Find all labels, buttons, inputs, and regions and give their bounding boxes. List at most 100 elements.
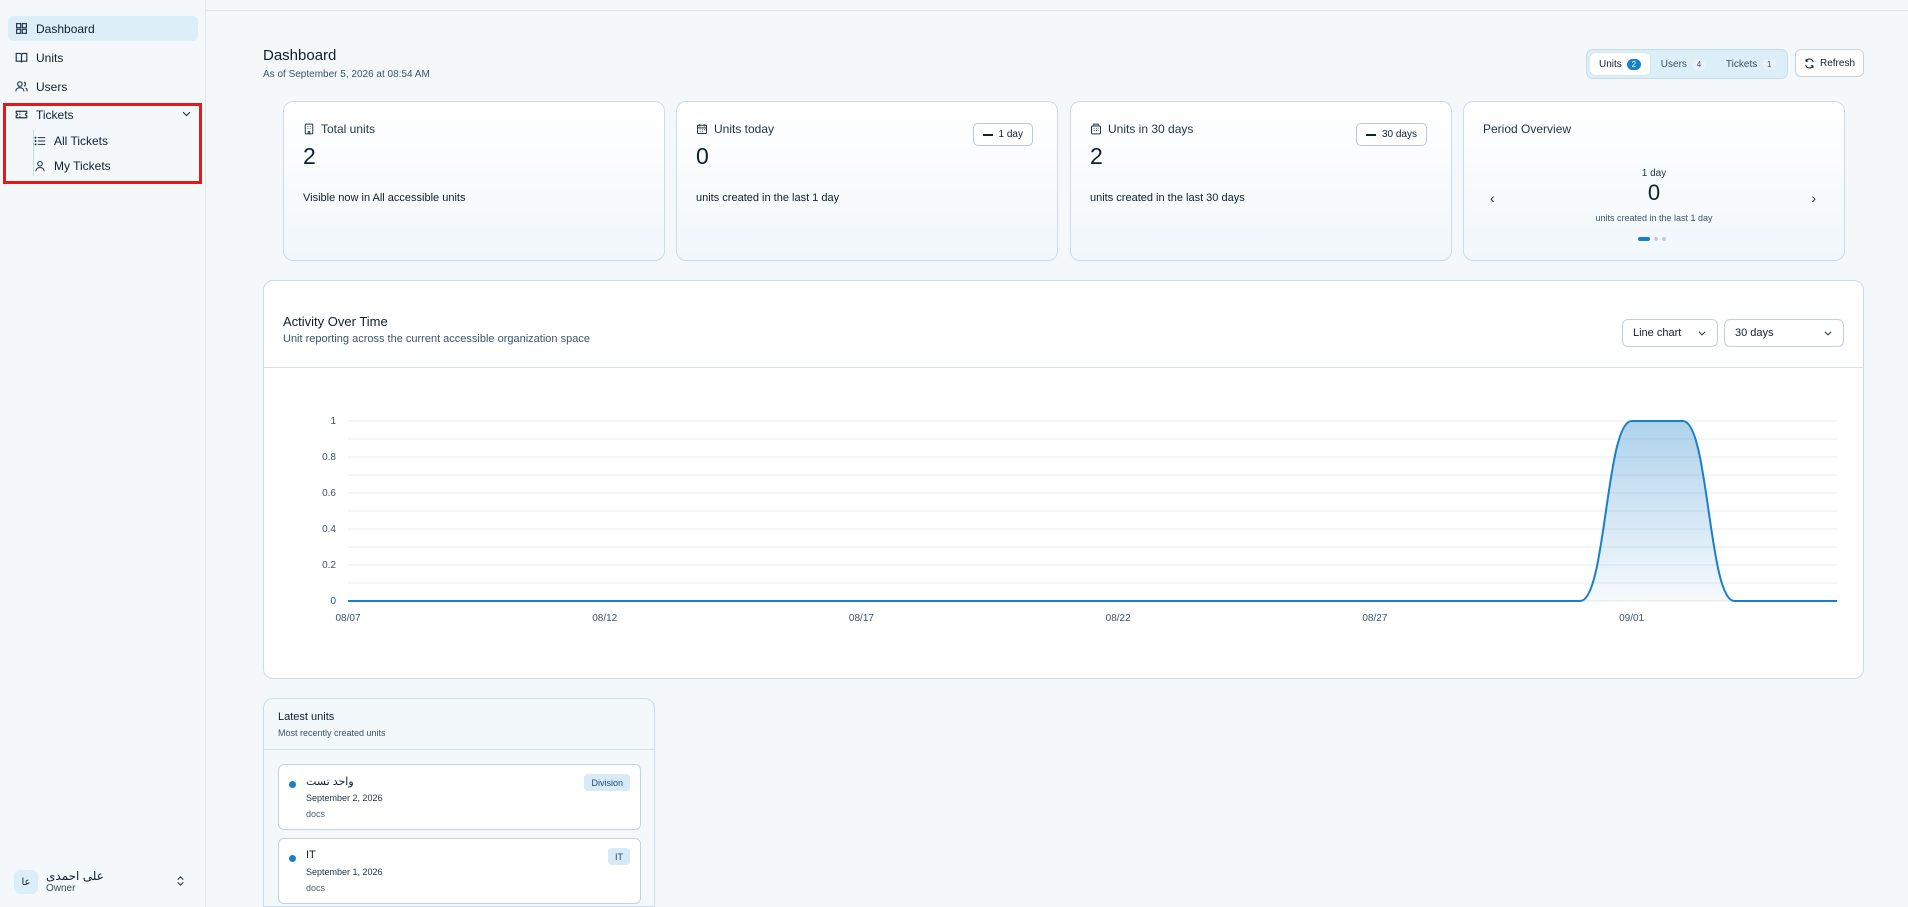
x-tick-label: 08/27 [1362,613,1387,624]
unit-date: September 2, 2026 [306,793,383,803]
tab-count: 4 [1691,58,1706,70]
period-label: 1 day [1641,168,1667,179]
list-item[interactable]: IT September 1, 2026 docs IT [278,838,641,904]
y-tick-label: 0.2 [322,560,336,571]
y-tick-label: 1 [330,416,336,427]
chevron-up-down-icon [177,876,184,886]
ticket-icon [15,110,28,119]
x-tick-label: 08/12 [592,613,617,624]
card-title: Units in 30 days [1108,122,1194,136]
x-tick-label: 08/07 [335,613,360,624]
sidebar-item-dashboard[interactable]: Dashboard [8,16,198,41]
x-tick-label: 09/01 [1619,613,1644,624]
activity-panel: Activity Over Time Unit reporting across… [263,280,1864,679]
page-title: Dashboard [263,47,337,64]
prev-period-button[interactable]: ‹ [1490,190,1495,206]
carousel-dots [1638,237,1666,241]
calendar-icon [697,124,707,134]
chevron-down-icon [182,111,191,117]
users-icon [15,81,28,92]
status-dot [289,855,296,862]
tab-count: 1 [1762,58,1777,70]
dash-icon [1365,133,1376,136]
period-pill[interactable]: 30 days [1355,123,1427,146]
tab-tickets[interactable]: Tickets 1 [1717,53,1785,75]
latest-units-panel: Latest units Most recently created units… [263,698,655,907]
sidebar: Dashboard Units Users Tickets All Ticket… [0,0,206,907]
card-total-units: Total units 2 Visible now in All accessi… [283,101,665,261]
user-menu[interactable]: عا علی احمدی Owner [14,866,194,898]
y-tick-label: 0.4 [322,524,336,535]
user-icon [35,160,45,172]
card-desc: units created in the last 30 days [1090,192,1245,204]
y-tick-label: 0 [330,596,336,607]
card-value: 2 [1090,143,1103,169]
card-title: Period Overview [1483,122,1572,136]
x-tick-label: 08/17 [849,613,874,624]
card-desc: Visible now in All accessible units [303,192,466,204]
sidebar-item-label: Users [36,79,68,94]
chevron-right-icon: › [1811,190,1816,206]
carousel-dot[interactable] [1654,237,1658,241]
sidebar-item-tickets[interactable]: Tickets [8,102,198,127]
card-title: Units today [714,122,775,136]
tab-label: Tickets [1725,58,1758,70]
pill-label: 1 day [998,129,1023,140]
unit-type-badge: IT [608,848,630,865]
tab-users[interactable]: Users 4 [1652,53,1715,75]
chevron-left-icon: ‹ [1490,190,1495,206]
y-tick-label: 0.6 [322,488,336,499]
user-name: علی احمدی [46,869,104,883]
refresh-label: Refresh [1819,57,1855,69]
card-period-overview: Period Overview 1 day 0 units created in… [1463,101,1845,261]
sidebar-item-label: Tickets [36,107,74,122]
sidebar-item-label: Units [36,50,64,65]
period-pill[interactable]: 1 day [972,123,1033,146]
tab-units[interactable]: Units 2 [1590,53,1650,75]
tab-count: 2 [1626,58,1641,70]
period-value: 0 [1647,180,1661,205]
sidebar-item-all-tickets[interactable]: All Tickets [34,130,184,152]
sidebar-item-label: Dashboard [36,21,95,36]
list-icon [34,136,46,146]
dashboard-icon [16,23,27,34]
top-divider [206,10,1908,11]
card-units-30-days: Units in 30 days 30 days 2 units created… [1070,101,1452,261]
sidebar-item-label: All Tickets [54,134,109,148]
office-building-icon [1091,123,1101,135]
tab-label: Users [1660,58,1687,70]
card-value: 0 [696,143,709,169]
unit-path: docs [306,883,326,893]
page-subtitle: As of September 5, 2026 at 08:54 AM [263,69,430,80]
card-title: Total units [321,122,376,136]
refresh-icon [1805,58,1814,68]
sidebar-item-units[interactable]: Units [8,45,198,70]
period-desc: units created in the last 1 day [1595,213,1713,223]
card-desc: units created in the last 1 day [696,192,840,204]
unit-name: واحد تست [306,776,354,788]
list-item[interactable]: واحد تست September 2, 2026 docs Division [278,764,641,830]
card-units-today: Units today 1 day 0 units created in the… [676,101,1058,261]
latest-title: Latest units [278,711,335,723]
building-icon [304,123,314,135]
y-tick-label: 0.8 [322,452,336,463]
carousel-dot[interactable] [1662,237,1666,241]
tab-label: Units [1599,58,1622,70]
carousel-dot[interactable] [1638,237,1650,241]
sidebar-item-my-tickets[interactable]: My Tickets [34,155,184,177]
unit-path: docs [306,809,326,819]
dash-icon [982,133,993,136]
avatar: عا [14,870,38,894]
user-role: Owner [46,883,76,894]
refresh-button[interactable]: Refresh [1795,49,1864,77]
unit-type-badge: Division [584,774,630,791]
latest-divider [264,749,654,750]
activity-chart: 0 0.2 0.4 0.6 0.8 1 08/07 08/12 08/17 08/22 08/27… [322,416,1837,624]
metric-tabs: Units 2 Users 4 Tickets 1 [1586,49,1788,79]
pill-label: 30 days [1381,129,1417,140]
status-dot [289,781,296,788]
sidebar-item-users[interactable]: Users [8,74,198,99]
next-period-button[interactable]: › [1811,190,1816,206]
unit-date: September 1, 2026 [306,867,383,877]
latest-subtitle: Most recently created units [278,728,386,738]
